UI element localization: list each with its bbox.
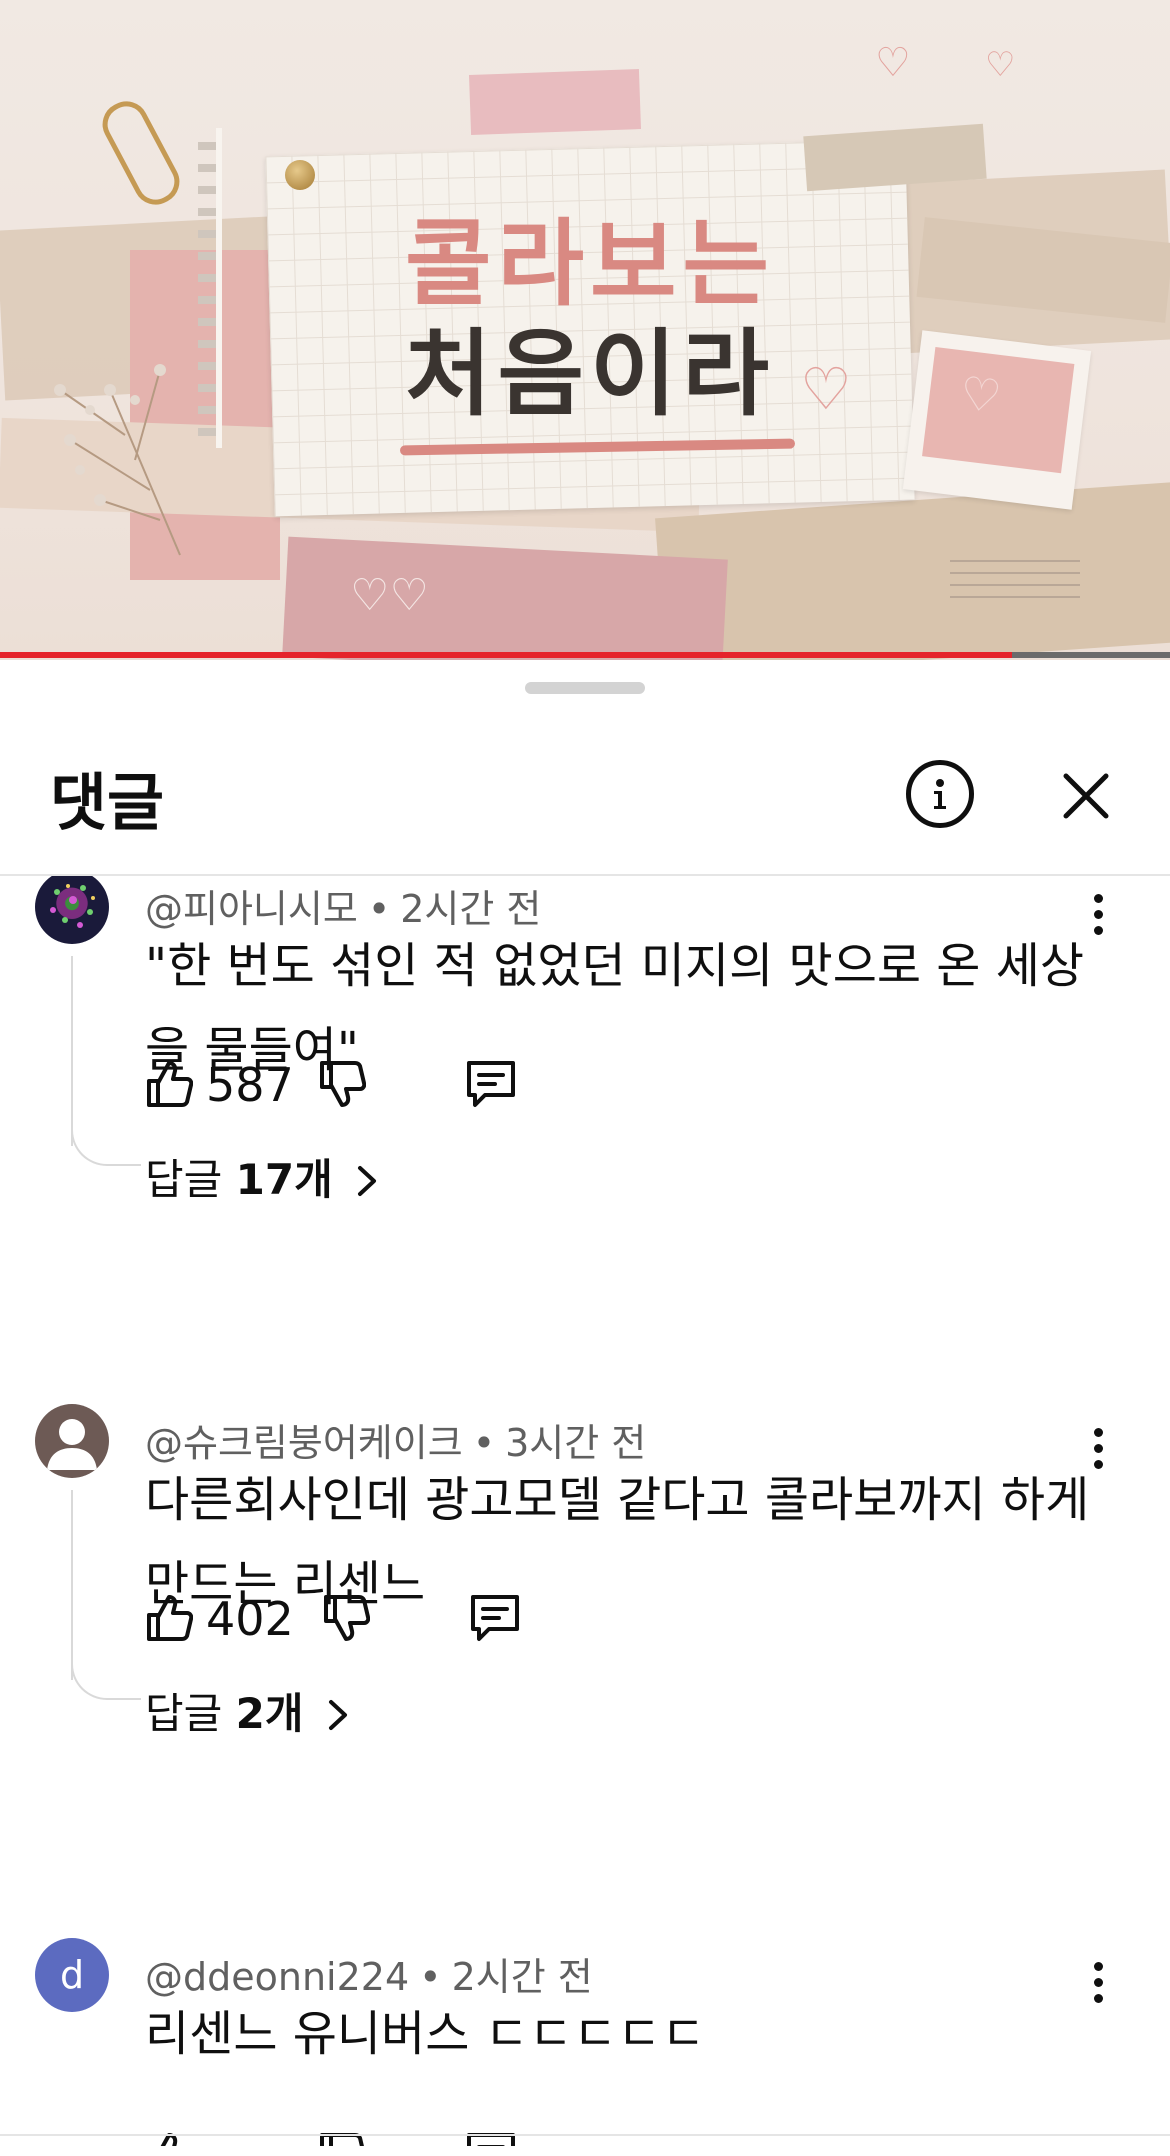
thread-line [71, 956, 73, 1146]
view-replies-button[interactable]: 답글 2개 [145, 1680, 353, 1741]
dislike-button[interactable] [318, 2126, 366, 2146]
replies-label: 답글 [145, 1689, 223, 1738]
reply-button[interactable] [465, 1054, 517, 1114]
thumbs-up-icon [147, 1061, 193, 1107]
replies-count: 2개 [235, 1689, 304, 1738]
thumbs-down-icon [324, 1595, 370, 1641]
reply-comment-icon [467, 1061, 515, 1107]
user-avatar[interactable] [35, 876, 109, 944]
heart-icon: ♡ [956, 365, 1005, 425]
video-player[interactable]: 콜라보는 처음이라 ♡ ♡ ♡ ♡♡ ♡ [0, 0, 1170, 660]
reply-comment-icon [471, 1595, 519, 1641]
washi-tape [469, 69, 641, 135]
paper-strip [655, 482, 1170, 660]
paperclip-icon [94, 93, 188, 213]
comment-actions: 587 [145, 1054, 745, 1114]
thumbs-down-icon [320, 1061, 366, 1107]
thumbs-up-icon [147, 1595, 193, 1641]
like-count: 587 [206, 1058, 294, 1112]
user-avatar[interactable] [35, 1404, 109, 1478]
polaroid-photo: ♡ [902, 330, 1092, 510]
avatar-image [50, 884, 95, 928]
bottom-divider [0, 2134, 1170, 2136]
comments-sheet: 댓글 @피아니시모 • 2시간 전 "한 번도 섞인 적 없었던 미지의 맛으로… [0, 660, 1170, 2156]
chevron-right-icon [328, 1700, 347, 1730]
replies-count: 17개 [235, 1155, 333, 1204]
view-replies-button[interactable]: 답글 17개 [145, 1146, 382, 1207]
thread-connector [71, 1660, 141, 1700]
postcard-lines [950, 560, 1080, 600]
dried-flower-decoration [54, 364, 181, 556]
comment-actions: 402 [145, 1588, 745, 1648]
info-icon [934, 779, 946, 809]
dislike-button[interactable] [318, 1054, 366, 1114]
like-button[interactable] [145, 2126, 193, 2146]
comment-actions [145, 2126, 745, 2146]
drag-handle[interactable] [525, 682, 645, 694]
close-button[interactable] [1058, 768, 1114, 824]
dislike-button[interactable] [322, 1588, 370, 1648]
comment-text: 리센느 유니버스 ㄷㄷㄷㄷㄷ [145, 2006, 706, 2062]
chevron-right-icon [358, 1166, 377, 1196]
like-button[interactable] [145, 1054, 193, 1114]
reply-button[interactable] [469, 1588, 521, 1648]
video-progress-fill [0, 652, 1013, 658]
heart-icon: ♡ [985, 45, 1016, 85]
heart-icon: ♡ [875, 40, 911, 86]
thread-connector [71, 1126, 141, 1166]
video-progress-bar[interactable] [0, 652, 1170, 658]
default-person-icon [47, 1419, 97, 1470]
avatar-letter: d [59, 1953, 85, 1997]
like-button[interactable] [145, 1588, 193, 1648]
replies-label: 답글 [145, 1155, 223, 1204]
like-count: 402 [206, 1592, 294, 1646]
reply-button[interactable] [465, 2126, 517, 2146]
comments-title: 댓글 [50, 766, 165, 839]
heart-icon: ♡♡ [350, 570, 429, 621]
thread-line [71, 1490, 73, 1680]
info-button[interactable] [906, 760, 974, 828]
notebook-spiral [198, 128, 222, 448]
user-avatar[interactable]: d [35, 1938, 109, 2012]
title-line-1: 콜라보는 [405, 210, 775, 319]
pushpin-icon [285, 160, 315, 190]
comments-list[interactable]: @피아니시모 • 2시간 전 "한 번도 섞인 적 없었던 미지의 맛으로 온 세상… [0, 876, 1170, 2146]
heart-icon: ♡ [800, 355, 852, 423]
close-icon [1063, 773, 1109, 819]
